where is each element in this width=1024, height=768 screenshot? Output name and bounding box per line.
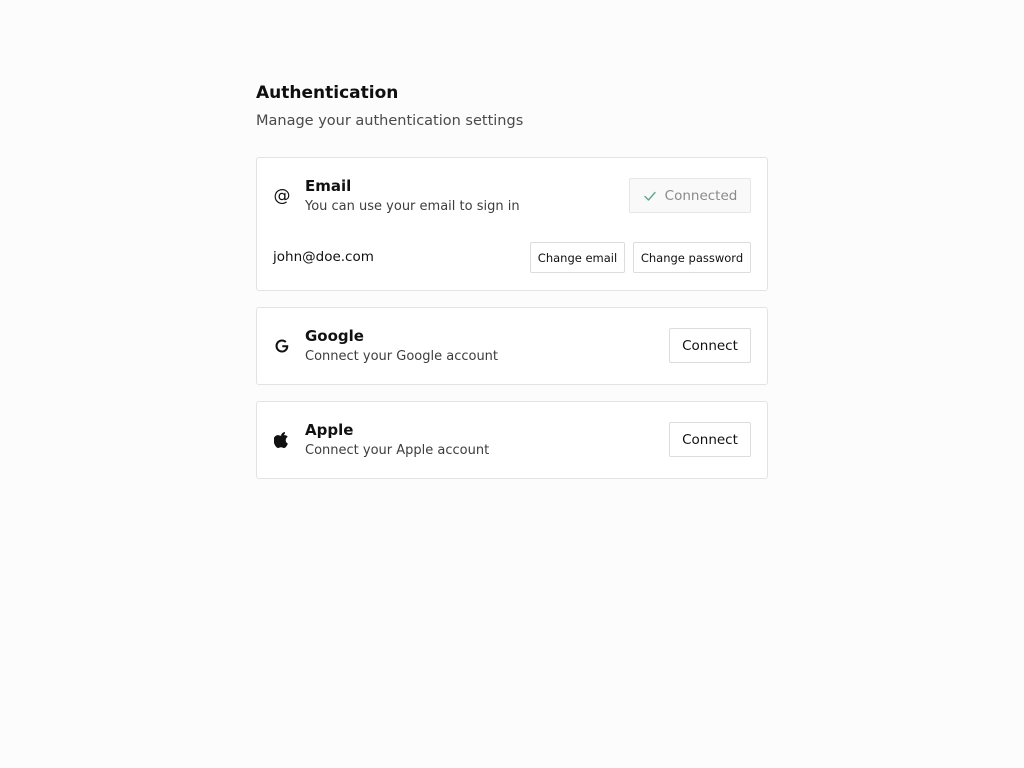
google-card-text: Google Connect your Google account: [305, 326, 498, 366]
connected-label: Connected: [664, 187, 738, 204]
apple-provider-name: Apple: [305, 421, 354, 439]
google-provider-description: Connect your Google account: [305, 349, 499, 364]
email-card-text: Email You can use your email to sign in: [305, 176, 520, 216]
apple-provider-card: Apple Connect your Apple account Connect: [256, 401, 768, 479]
google-provider-card: Google Connect your Google account Conne…: [256, 307, 768, 385]
email-address: john@doe.com: [273, 249, 374, 265]
email-provider-card: @ Email You can use your email to sign i…: [256, 157, 768, 291]
email-card-header: @ Email You can use your email to sign i…: [257, 158, 767, 234]
authentication-page: Authentication Manage your authenticatio…: [256, 80, 768, 479]
email-connected-badge: Connected: [629, 178, 751, 213]
apple-card-header: Apple Connect your Apple account Connect: [257, 402, 767, 478]
apple-connect-button[interactable]: Connect: [669, 422, 751, 457]
change-email-button[interactable]: Change email: [530, 242, 625, 273]
apple-card-text: Apple Connect your Apple account: [305, 420, 489, 460]
apple-icon: [273, 430, 291, 450]
page-subtitle: Manage your authentication settings: [256, 113, 524, 129]
apple-provider-description: Connect your Apple account: [305, 443, 490, 458]
change-password-button[interactable]: Change password: [633, 242, 751, 273]
email-details-row: john@doe.com Change email Change passwor…: [257, 234, 767, 290]
page-title: Authentication: [256, 83, 399, 103]
google-connect-button[interactable]: Connect: [669, 328, 751, 363]
email-provider-name: Email: [305, 177, 352, 195]
google-provider-name: Google: [305, 327, 364, 345]
email-provider-description: You can use your email to sign in: [305, 199, 520, 214]
at-sign-icon: @: [273, 186, 291, 206]
google-icon: [273, 336, 291, 356]
google-card-header: Google Connect your Google account Conne…: [257, 308, 767, 384]
check-icon: [643, 191, 656, 201]
